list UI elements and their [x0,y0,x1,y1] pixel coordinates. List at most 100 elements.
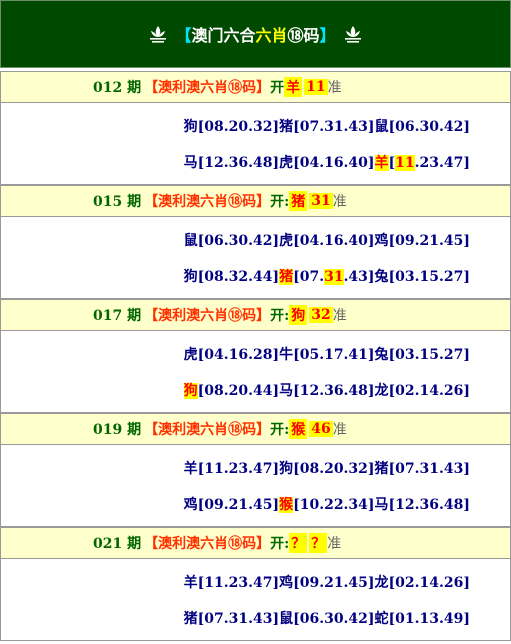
issue-number: 021 期 [93,536,142,552]
zodiac-numbers: 兔[03.15.27] [374,347,470,363]
issue-number: 015 期 [93,194,142,210]
highlighted-hit: 狗 [183,383,198,399]
prediction-body: 羊[11.23.47]鸡[09.21.45]龙[02.14.26] 猪[07.31… [0,559,511,641]
result-prefix: 开 [270,80,285,96]
title-text-part1: 澳门六合 [191,26,256,45]
zodiac-numbers: 蛇[01.13.49] [374,611,470,627]
prediction-body: 羊[11.23.47]狗[08.20.32]猪[07.31.43] 鸡[09.21… [0,445,511,527]
title-bracket-left: 【 [175,26,192,45]
page-title: 【 澳门六合 六肖 ⑱码 】 [141,22,369,46]
zodiac-numbers: 马[12.36.48] [279,383,375,399]
brand-label: 【澳利澳六肖⑱码】 [144,308,271,324]
result-zodiac: ？ [289,533,308,553]
result-suffix: 准 [332,422,347,438]
prediction-body: 狗[08.20.32]猪[07.31.43]鼠[06.30.42] 马[12.36… [0,103,511,185]
zodiac-numbers: 羊[11.23.47] [183,575,280,591]
result-number: 31 [309,193,333,209]
zodiac-numbers: 龙[02.14.26] [374,575,470,591]
zodiac-line: 鼠[06.30.42]虎[04.16.40]鸡[09.21.45] [184,230,470,250]
zodiac-numbers: 兔[03.15.27] [374,269,470,285]
result-number: ？ [309,533,328,553]
prediction-block: 015 期【澳利澳六肖⑱码】 开: 猪 31 准鼠[06.30.42]虎[04.16.4… [0,185,511,299]
zodiac-numbers: 鸡[09.21.45] [279,575,375,591]
highlighted-hit: 羊 [374,155,389,171]
prediction-body: 虎[04.16.28]牛[05.17.41]兔[03.15.27] 狗[08.20… [0,331,511,413]
page: 【 澳门六合 六肖 ⑱码 】 012 期【澳利澳六肖⑱码】开羊 11 准狗[08.2… [0,0,511,644]
zodiac-line: 狗[08.20.44]马[12.36.48]龙[02.14.26] [183,380,470,400]
issue-number: 017 期 [93,308,142,324]
brand-label: 【澳利澳六肖⑱码】 [144,422,271,438]
zodiac-line: 狗[08.20.32]猪[07.31.43]鼠[06.30.42] [184,116,470,136]
title-text-part2: 六肖 [255,26,288,45]
zodiac-numbers: 猪[07.31.43] [374,461,470,477]
result-zodiac: 狗 [289,305,308,325]
zodiac-numbers: 鸡[09.21.45] [374,233,470,249]
issue-header: 012 期【澳利澳六肖⑱码】开羊 11 准 [0,71,511,103]
zodiac-numbers: 鼠[06.30.42] [374,119,470,135]
zodiac-numbers: 狗[08.20.32] [183,119,280,135]
zodiac-line: 虎[04.16.28]牛[05.17.41]兔[03.15.27] [184,344,470,364]
issue-header: 015 期【澳利澳六肖⑱码】 开: 猪 31 准 [0,185,511,217]
zodiac-numbers: 狗[08.32.44] [183,269,280,285]
zodiac-numbers: [10.22.34] [293,497,375,513]
prediction-block: 019 期【澳利澳六肖⑱码】 开: 猴 46 准羊[11.23.47]狗[08.20.3… [0,413,511,527]
zodiac-numbers: 猪[07.31.43] [183,611,280,627]
zodiac-numbers: [07. [293,269,325,285]
issue-header: 021 期【澳利澳六肖⑱码】 开:？？准 [0,527,511,559]
result-zodiac: 羊 [284,77,303,97]
zodiac-line: 狗[08.32.44]猪[07.31.43]兔[03.15.27] [184,266,470,286]
zodiac-numbers: 牛[05.17.41] [279,347,375,363]
result-prefix: 开: [270,422,290,438]
brand-label: 【澳利澳六肖⑱码】 [144,194,271,210]
result-suffix: 准 [332,308,347,324]
brand-label: 【澳利澳六肖⑱码】 [144,536,271,552]
zodiac-line: 羊[11.23.47]狗[08.20.32]猪[07.31.43] [184,458,470,478]
issue-number: 012 期 [93,80,142,96]
prediction-block: 021 期【澳利澳六肖⑱码】 开:？？准羊[11.23.47]鸡[09.21.45… [0,527,511,641]
zodiac-numbers: 马[12.36.48] [183,155,280,171]
highlighted-hit: 猪 [279,269,294,285]
zodiac-numbers: 鼠[06.30.42] [183,233,280,249]
zodiac-numbers: 虎[04.16.40] [279,233,375,249]
result-prefix: 开: [270,536,290,552]
lotus-emblem-icon [150,26,167,43]
zodiac-numbers: 猪[07.31.43] [279,119,375,135]
zodiac-numbers: 狗[08.20.32] [279,461,375,477]
result-number: 32 [309,307,333,323]
title-banner: 【 澳门六合 六肖 ⑱码 】 [0,0,511,68]
result-suffix: 准 [332,194,347,210]
zodiac-line: 马[12.36.48]虎[04.16.40]羊[11.23.47] [184,152,470,172]
issue-header: 017 期【澳利澳六肖⑱码】 开: 狗 32 准 [0,299,511,331]
zodiac-numbers: 马[12.36.48] [374,497,470,513]
zodiac-numbers: 虎[04.16.28] [183,347,280,363]
title-bracket-right: 】 [319,26,336,45]
result-zodiac: 猴 [289,419,308,439]
title-text-part3: ⑱码 [287,26,320,45]
zodiac-numbers: 鸡[09.21.45] [183,497,280,513]
zodiac-numbers: .23.47] [414,155,470,171]
zodiac-numbers: 鼠[06.30.42] [279,611,375,627]
result-number: 11 [304,79,328,95]
highlighted-hit: 31 [324,269,344,285]
result-zodiac: 猪 [289,191,308,211]
zodiac-numbers: .43] [343,269,375,285]
zodiac-numbers: 羊[11.23.47] [183,461,280,477]
prediction-body: 鼠[06.30.42]虎[04.16.40]鸡[09.21.45] 狗[08.32… [0,217,511,299]
result-prefix: 开: [270,308,290,324]
zodiac-numbers: 龙[02.14.26] [374,383,470,399]
highlighted-hit: 猴 [279,497,294,513]
zodiac-line: 猪[07.31.43]鼠[06.30.42]蛇[01.13.49] [184,608,470,628]
brand-label: 【澳利澳六肖⑱码】 [144,80,271,96]
result-number: 46 [309,421,333,437]
result-suffix: 准 [327,80,342,96]
prediction-block: 012 期【澳利澳六肖⑱码】开羊 11 准狗[08.20.32]猪[07.31.43… [0,71,511,185]
zodiac-numbers: [08.20.44] [197,383,280,399]
prediction-block: 017 期【澳利澳六肖⑱码】 开: 狗 32 准虎[04.16.28]牛[05.17.4… [0,299,511,413]
zodiac-numbers: 虎[04.16.40] [279,155,375,171]
issue-header: 019 期【澳利澳六肖⑱码】 开: 猴 46 准 [0,413,511,445]
zodiac-line: 鸡[09.21.45]猴[10.22.34]马[12.36.48] [184,494,470,514]
zodiac-line: 羊[11.23.47]鸡[09.21.45]龙[02.14.26] [184,572,470,592]
highlighted-hit: 11 [395,155,415,171]
issue-number: 019 期 [93,422,142,438]
result-suffix: 准 [327,536,342,552]
